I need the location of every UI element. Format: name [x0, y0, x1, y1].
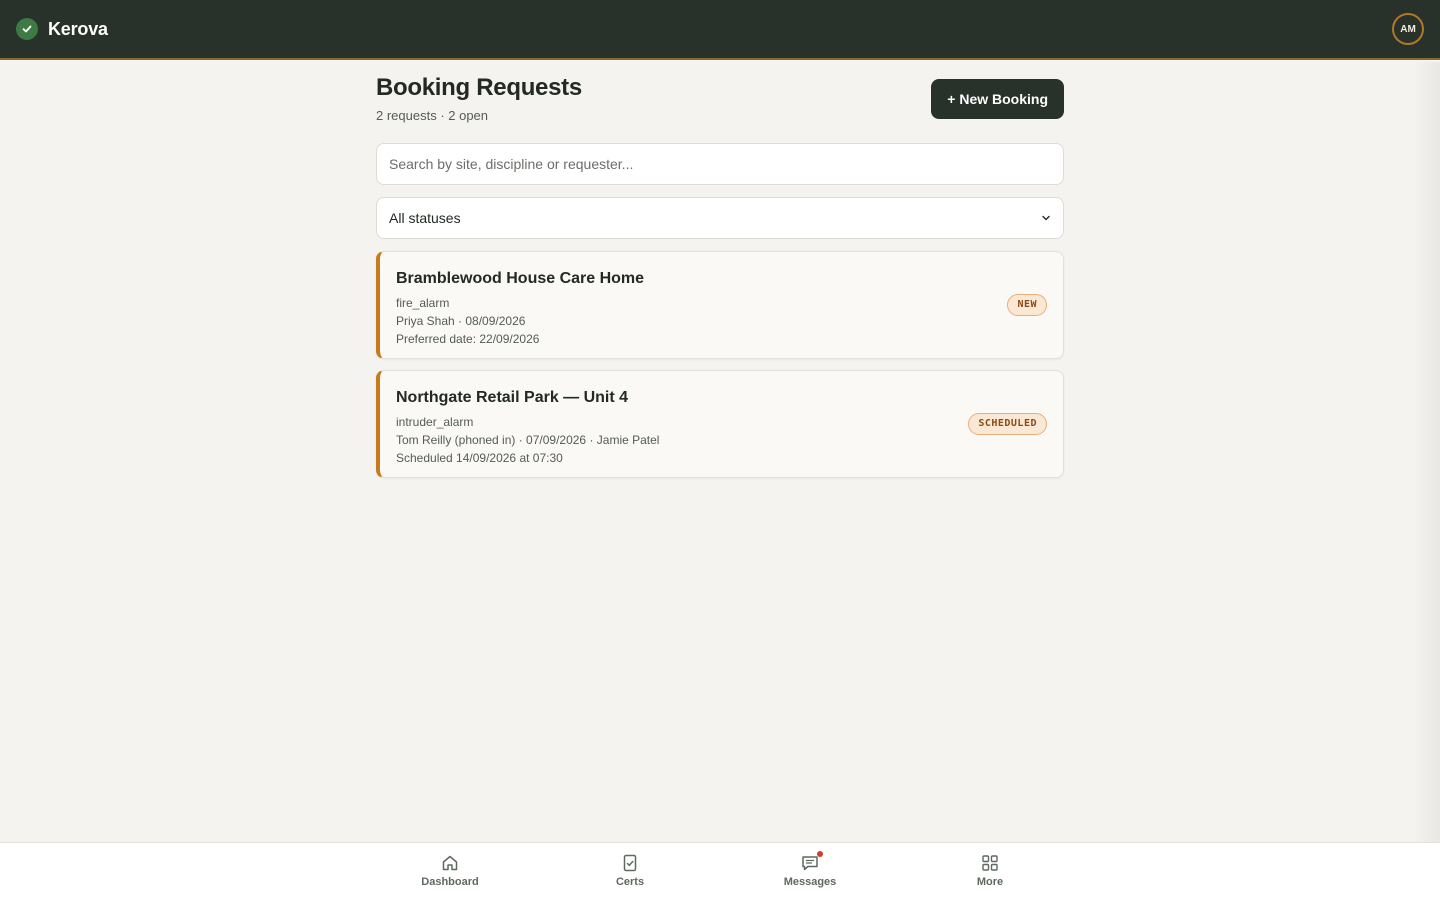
booking-date: Preferred date: 22/09/2026	[396, 332, 540, 346]
booking-discipline: fire_alarm	[396, 296, 450, 310]
nav-item-dashboard[interactable]: Dashboard	[400, 853, 500, 888]
nav-item-certs[interactable]: Certs	[580, 853, 680, 888]
status-filter-select[interactable]: All statuses	[376, 197, 1064, 239]
check-badge-icon	[16, 18, 38, 40]
booking-discipline: intruder_alarm	[396, 415, 474, 429]
nav-label: Messages	[783, 876, 837, 888]
nav-item-messages[interactable]: Messages	[760, 851, 860, 888]
page-header: Booking Requests 2 requests · 2 open + N…	[376, 74, 1064, 123]
nav-label: Dashboard	[421, 876, 479, 888]
page-title: Booking Requests	[376, 74, 582, 101]
grid-icon	[980, 853, 1000, 873]
status-badge: SCHEDULED	[968, 413, 1047, 435]
page-subtitle: 2 requests · 2 open	[376, 108, 489, 123]
booking-site: Northgate Retail Park — Unit 4	[396, 389, 629, 406]
status-badge: NEW	[1007, 294, 1047, 316]
side-shadow	[1414, 62, 1440, 900]
certificate-icon	[620, 853, 640, 873]
top-app-bar: Kerova AM	[0, 0, 1440, 60]
status-filter-value: All statuses	[389, 210, 461, 226]
booking-requester: Priya Shah · 08/09/2026	[396, 314, 526, 328]
chevron-down-icon	[1041, 210, 1051, 226]
booking-card[interactable]: Bramblewood House Care Home fire_alarm P…	[376, 251, 1064, 359]
nav-label: Certs	[615, 876, 645, 888]
brand-name: Kerova	[48, 18, 108, 39]
nav-item-more[interactable]: More	[940, 853, 1040, 888]
booking-requester: Tom Reilly (phoned in) · 07/09/2026 · Ja…	[396, 433, 660, 447]
nav-label: More	[976, 876, 1004, 888]
search-input[interactable]	[376, 143, 1064, 185]
user-avatar[interactable]: AM	[1392, 13, 1424, 45]
booking-card[interactable]: Northgate Retail Park — Unit 4 intruder_…	[376, 370, 1064, 478]
page-heading: Booking Requests 2 requests · 2 open	[376, 74, 582, 123]
new-booking-button[interactable]: + New Booking	[931, 79, 1064, 119]
bottom-navigation: Dashboard Certs Messages More	[0, 842, 1440, 900]
notification-dot	[817, 851, 823, 857]
chat-icon	[800, 851, 823, 873]
home-icon	[440, 853, 460, 873]
main-content: Booking Requests 2 requests · 2 open + N…	[376, 74, 1064, 478]
booking-site: Bramblewood House Care Home	[396, 270, 645, 287]
booking-date: Scheduled 14/09/2026 at 07:30	[396, 451, 563, 465]
brand[interactable]: Kerova	[16, 18, 108, 40]
